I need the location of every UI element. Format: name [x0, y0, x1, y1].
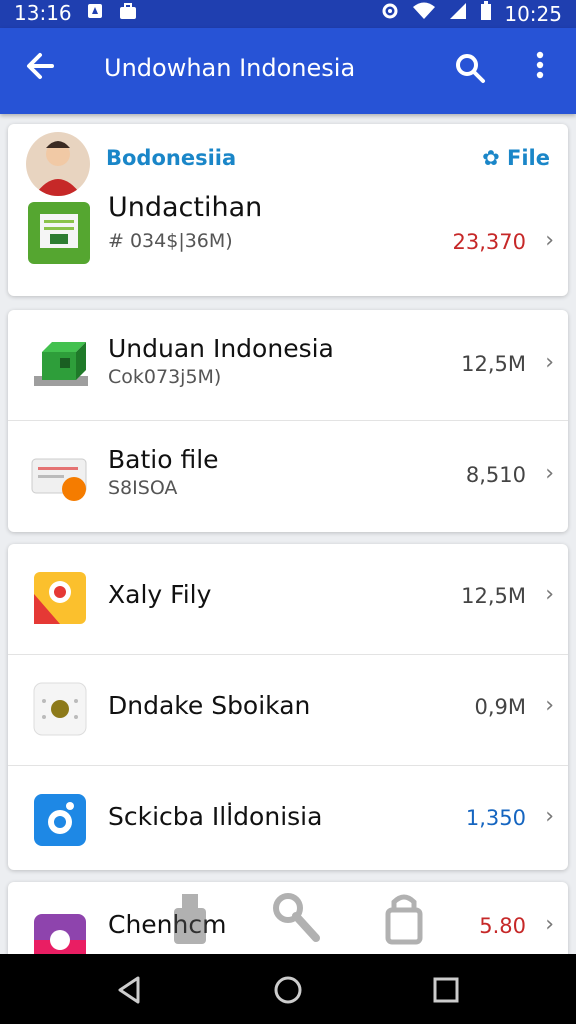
item-name: Batio file [108, 445, 219, 474]
item-size: 8,510 [465, 463, 526, 487]
page-title: Undowhan Indonesia [104, 54, 356, 82]
item-name: Dndake Sboikan [108, 691, 311, 720]
list-item[interactable]: Dndake Sboikan 0,9M › [8, 655, 568, 766]
arrow-left-icon [27, 53, 54, 79]
green-box-icon [30, 334, 92, 396]
file-list-card: Xaly Fily 12,5M › Dndake Sboikan 0,9M › … [8, 544, 568, 870]
list-item[interactable]: Xaly Fily 12,5M › [8, 544, 568, 655]
item-size: 0,9M [474, 695, 526, 719]
item-name: Xaly Fily [108, 580, 212, 609]
item-size: 1,350 [465, 806, 526, 830]
status-time-right: 10:25 [504, 1, 562, 26]
more-button[interactable] [526, 50, 554, 90]
chevron-right-icon: › [545, 582, 554, 607]
list-item[interactable]: Batio file S8ISOA 8,510 › [8, 421, 568, 531]
chevron-right-icon[interactable]: › [545, 228, 554, 253]
chevron-right-icon: › [545, 693, 554, 718]
chevron-right-icon: › [545, 804, 554, 829]
app-icon [28, 202, 90, 264]
wrench-icon [266, 888, 326, 948]
app-bar: Undowhan Indonesia [0, 28, 576, 114]
notification-icon [86, 1, 104, 25]
battery-icon [480, 1, 492, 26]
briefcase-icon [118, 1, 138, 25]
square-recents-icon [433, 977, 459, 1003]
triangle-back-icon [118, 976, 140, 1004]
chevron-right-icon: › [545, 350, 554, 375]
wifi-icon [412, 1, 436, 26]
signal-icon [448, 1, 468, 26]
photo-app-icon [30, 568, 92, 630]
item-name: Undactihan [108, 192, 263, 223]
bottle-icon [160, 888, 220, 948]
chevron-right-icon: › [545, 461, 554, 486]
file-button[interactable]: ✿ File [482, 146, 550, 170]
chevron-right-icon: › [545, 912, 554, 937]
item-subtitle: S8ISOA [108, 477, 178, 499]
nav-recents-button[interactable] [424, 968, 468, 1012]
avatar [26, 132, 90, 196]
status-time-left: 13:16 [14, 1, 72, 25]
item-size: 5.80 [479, 914, 526, 938]
header-label: Bodonesiia [106, 146, 237, 170]
item-size: 12,5M [461, 352, 526, 376]
more-vert-icon [536, 51, 544, 79]
item-size: 12,5M [461, 584, 526, 608]
item-subtitle: # 034$|36M) [108, 230, 233, 252]
file-list-card: Unduan Indonesia Cok073j5M) 12,5M › Bati… [8, 310, 568, 532]
camera-app-icon [30, 790, 92, 852]
item-value: 23,370 [452, 230, 526, 254]
search-button[interactable] [452, 50, 492, 90]
list-item[interactable]: Sckicba Ill̇donisia 1,350 › [8, 766, 568, 870]
item-name: Sckicba Ill̇donisia [108, 802, 323, 831]
settings-status-icon [380, 1, 400, 26]
item-name: Unduan Indonesia [108, 334, 334, 363]
list-item[interactable]: Unduan Indonesia Cok073j5M) 12,5M › [8, 310, 568, 421]
header-card: Bodonesiia ✿ File Undactihan # 034$|36M)… [8, 124, 568, 296]
circle-home-icon [274, 976, 302, 1004]
document-icon [30, 445, 92, 507]
status-bar: 13:16 10:25 [0, 0, 576, 28]
back-button[interactable] [22, 48, 62, 92]
search-icon [456, 54, 485, 83]
lock-icon [374, 888, 434, 948]
nav-home-button[interactable] [266, 968, 310, 1012]
dots-app-icon [30, 679, 92, 741]
system-nav-bar [0, 954, 576, 1024]
item-subtitle: Cok073j5M) [108, 366, 222, 388]
nav-back-button[interactable] [108, 968, 152, 1012]
